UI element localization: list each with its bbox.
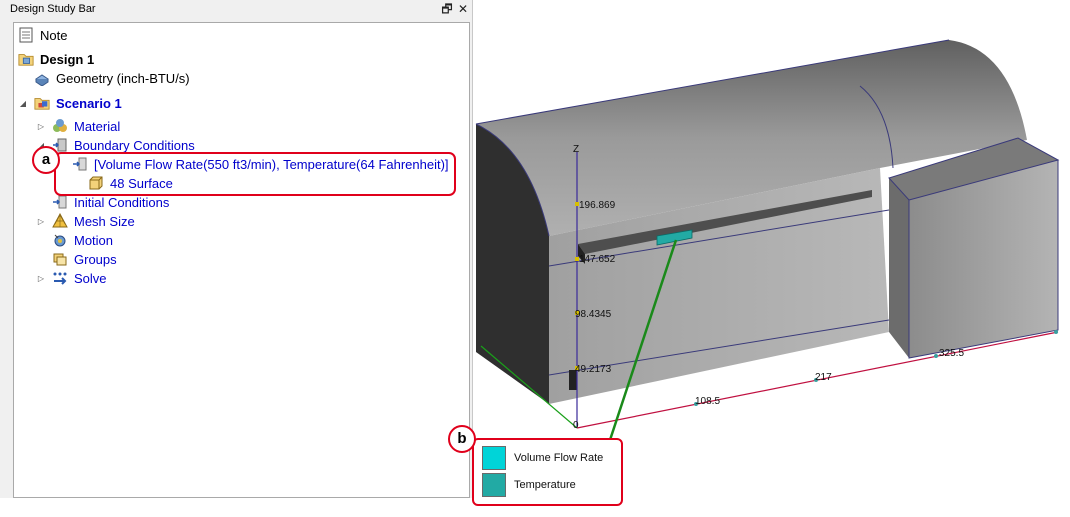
model-view: Z 196.869 147.652 98.4345 49.2173 0 108.… bbox=[475, 39, 1060, 441]
z-tick-label: 147.652 bbox=[579, 254, 616, 265]
tree-item-design[interactable]: Design 1 bbox=[18, 50, 94, 68]
tree-item-label: Design 1 bbox=[40, 51, 95, 67]
legend-label: Temperature bbox=[514, 479, 576, 491]
legend-label: Volume Flow Rate bbox=[514, 452, 604, 464]
groups-icon bbox=[52, 251, 68, 267]
expand-arrow-icon[interactable]: ▷ bbox=[36, 217, 46, 226]
legend-swatch bbox=[482, 473, 506, 497]
tree-item-label: Mesh Size bbox=[74, 213, 135, 229]
tree-item-solve[interactable]: ▷ Solve bbox=[36, 269, 107, 287]
motion-icon bbox=[52, 232, 68, 248]
panel-header: Design Study Bar 🗗 ✕ bbox=[0, 0, 472, 20]
tree-item-label: Scenario 1 bbox=[56, 95, 122, 111]
tree-item-material[interactable]: ▷ Material bbox=[36, 117, 120, 135]
initial-conditions-icon bbox=[52, 194, 68, 210]
x-tick-label: 325.5 bbox=[939, 348, 964, 359]
mesh-size-icon bbox=[52, 213, 68, 229]
tree-item-label: Note bbox=[40, 27, 68, 43]
graphics-viewport[interactable]: Z 196.869 147.652 98.4345 49.2173 0 108.… bbox=[473, 0, 1070, 512]
tree-item-label: Groups bbox=[74, 251, 117, 267]
tree-item-label: Motion bbox=[74, 232, 114, 248]
design-study-bar: Design Study Bar 🗗 ✕ Note Design 1 Geome… bbox=[0, 0, 473, 498]
geometry-icon bbox=[34, 70, 50, 86]
float-window-icon[interactable]: 🗗 bbox=[440, 2, 454, 16]
material-icon bbox=[52, 118, 68, 134]
solve-icon bbox=[52, 270, 68, 286]
expand-arrow-icon[interactable]: ▷ bbox=[36, 122, 46, 131]
panel-title: Design Study Bar bbox=[10, 3, 96, 15]
collapse-arrow-icon[interactable]: ◢ bbox=[18, 99, 28, 108]
tree-item-groups[interactable]: Groups bbox=[52, 250, 117, 268]
legend-item-volume-flow-rate: Volume Flow Rate bbox=[482, 446, 603, 470]
tree-item-label: Boundary Conditions bbox=[74, 137, 195, 153]
tree-item-note[interactable]: Note bbox=[18, 26, 67, 44]
tree-item-label: Solve bbox=[74, 270, 107, 286]
x-tick-label: 108.5 bbox=[695, 396, 720, 407]
tree-item-motion[interactable]: Motion bbox=[52, 231, 113, 249]
tree-item-label: Initial Conditions bbox=[74, 194, 170, 210]
x-tick-label: 217 bbox=[815, 372, 832, 383]
close-icon[interactable]: ✕ bbox=[456, 2, 470, 16]
design-folder-icon bbox=[18, 51, 34, 67]
annotation-highlight-a bbox=[54, 152, 456, 196]
z-tick-label: 196.869 bbox=[579, 200, 616, 211]
tree-item-mesh-size[interactable]: ▷ Mesh Size bbox=[36, 212, 135, 230]
z-axis-label: Z bbox=[573, 144, 579, 155]
z-tick-label: 0 bbox=[573, 420, 579, 431]
expand-arrow-icon[interactable]: ▷ bbox=[36, 274, 46, 283]
note-icon bbox=[18, 27, 34, 43]
z-tick-label: 98.4345 bbox=[575, 309, 612, 320]
callout-b: b bbox=[448, 425, 476, 453]
design-tree: Note Design 1 Geometry (inch-BTU/s) ◢ Sc… bbox=[13, 22, 470, 498]
tree-item-label: Geometry (inch-BTU/s) bbox=[56, 70, 190, 86]
boundary-condition-legend: Volume Flow Rate Temperature bbox=[472, 438, 623, 506]
tree-item-geometry[interactable]: Geometry (inch-BTU/s) bbox=[34, 69, 190, 87]
scenario-folder-icon bbox=[34, 95, 50, 111]
legend-swatch bbox=[482, 446, 506, 470]
callout-a: a bbox=[32, 146, 60, 174]
tree-item-label: Material bbox=[74, 118, 121, 134]
tree-item-scenario[interactable]: ◢ Scenario 1 bbox=[18, 94, 122, 112]
z-tick-label: 49.2173 bbox=[575, 364, 612, 375]
legend-item-temperature: Temperature bbox=[482, 473, 576, 497]
